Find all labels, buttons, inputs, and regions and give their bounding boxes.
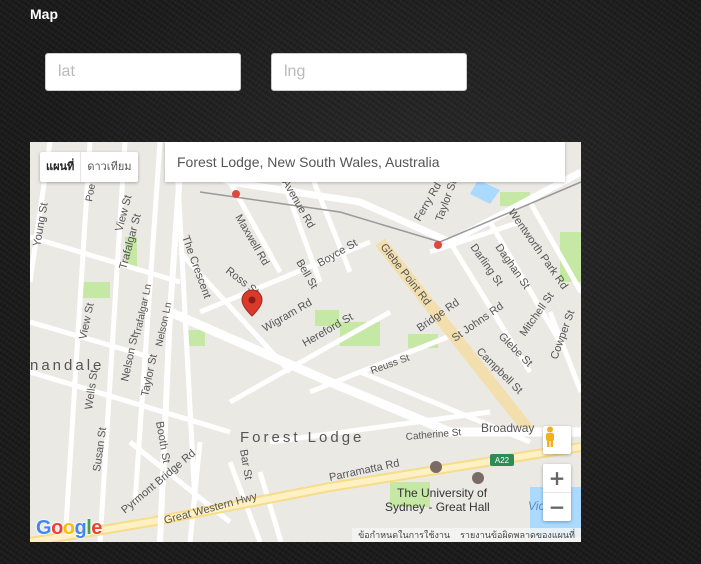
report-map-error-link[interactable]: รายงานข้อผิดพลาดของแผนที่ — [460, 528, 575, 542]
road-badge-label: A22 — [495, 456, 510, 465]
street-label: Bar St — [237, 448, 254, 480]
suburb-label: nandale — [30, 357, 104, 374]
map-type-satellite-button[interactable]: ดาวเทียม — [80, 152, 137, 182]
landmark-label: The University of — [397, 486, 488, 500]
map-type-map-button[interactable]: แผนที่ — [40, 152, 80, 182]
street-label: Catherine St — [405, 427, 462, 443]
google-logo-letter: e — [91, 517, 102, 539]
lng-input[interactable] — [271, 53, 467, 91]
water-label: Vic — [528, 499, 544, 513]
street-label: Wells St — [83, 369, 100, 410]
landmark-marker — [472, 472, 484, 484]
map-attribution: ข้อกำหนดในการใช้งาน รายงานข้อผิดพลาดของแ… — [352, 528, 581, 542]
map-search-input[interactable] — [165, 142, 565, 182]
street-label: Poe — [84, 183, 98, 203]
terms-of-use-link[interactable]: ข้อกำหนดในการใช้งาน — [358, 528, 450, 542]
google-logo-letter: g — [74, 517, 87, 539]
street-label: Booth St — [153, 420, 172, 464]
water — [470, 180, 500, 204]
zoom-out-button[interactable]: − — [543, 492, 571, 521]
landmark-marker — [430, 461, 442, 473]
street-view-pegman[interactable] — [543, 426, 571, 454]
zoom-control: + − — [543, 464, 571, 521]
google-logo-letter: G — [36, 517, 52, 539]
map-canvas[interactable]: A22 Maxwell Rd Avenue Rd Bell St Boyce S… — [30, 142, 581, 542]
street-label: Broadway — [481, 421, 534, 435]
street-label: Wigram Rd — [261, 297, 315, 335]
map-type-control: แผนที่ ดาวเทียม — [40, 152, 138, 182]
google-logo-letter: o — [51, 517, 63, 539]
location-pin-icon[interactable] — [241, 289, 263, 317]
google-logo-letter: o — [62, 517, 75, 539]
street-label: Glebe Point Rd — [378, 241, 433, 307]
street-label: Reuss St — [369, 353, 411, 377]
street-label: Nelson St — [119, 333, 141, 382]
station-marker — [434, 241, 442, 249]
landmark-label: Sydney - Great Hall — [385, 500, 490, 514]
station-marker — [232, 190, 240, 198]
zoom-in-button[interactable]: + — [543, 464, 571, 492]
lat-input[interactable] — [45, 53, 241, 91]
map-view[interactable]: A22 Maxwell Rd Avenue Rd Bell St Boyce S… — [30, 142, 581, 542]
section-title: Map — [30, 6, 58, 22]
suburb-label: Forest Lodge — [240, 429, 364, 446]
google-logo: Google — [36, 517, 102, 540]
pegman-icon — [546, 426, 554, 447]
